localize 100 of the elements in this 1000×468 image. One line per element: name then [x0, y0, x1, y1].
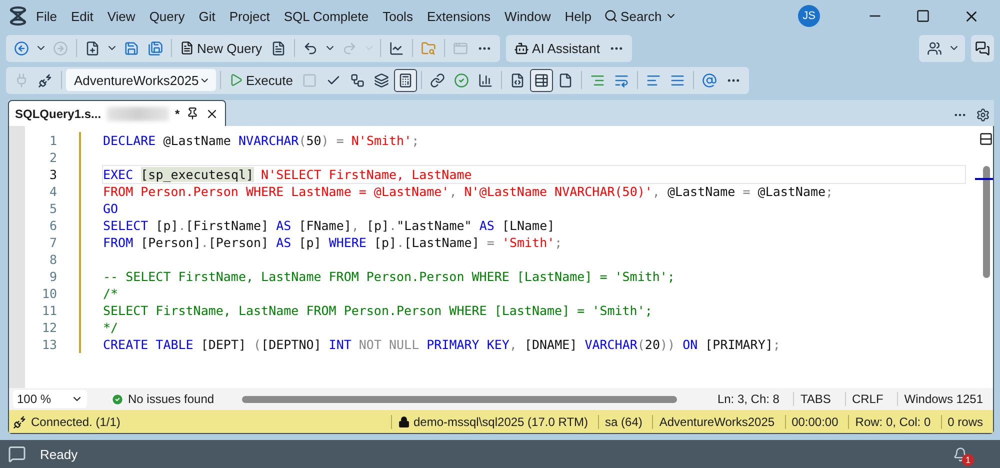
tab-title: SQLQuery1.s...: [15, 106, 102, 120]
outdent-icon[interactable]: [646, 72, 661, 88]
line-number: 11: [42, 302, 57, 319]
code-line: -- SELECT FirstName, LastName FROM Person.Person WHERE [LastName] = 'Smith';: [103, 268, 676, 285]
chart-icon[interactable]: [389, 40, 404, 56]
settings-icon[interactable]: [976, 108, 990, 122]
menu-item[interactable]: View: [101, 4, 142, 28]
status-field: 00:00:00: [792, 414, 838, 428]
at-icon[interactable]: [702, 72, 717, 88]
undo-icon[interactable]: [303, 40, 318, 56]
code-line: /*: [103, 285, 120, 302]
zoom-select[interactable]: 100 %: [13, 390, 87, 408]
maximize-icon[interactable]: [916, 9, 930, 23]
status-field: sa (64): [605, 414, 642, 428]
line-number: 2: [49, 149, 57, 166]
search-icon: [604, 9, 618, 23]
wrap-icon[interactable]: [614, 72, 629, 88]
bell-icon[interactable]: [953, 446, 968, 462]
save-all-icon[interactable]: [148, 40, 163, 56]
line-number: 6: [49, 217, 57, 234]
toggle-button[interactable]: [394, 68, 417, 92]
toolbar-button[interactable]: Execute: [225, 68, 297, 92]
line-number: 3: [49, 166, 57, 183]
bar-chart-icon[interactable]: [478, 72, 493, 88]
plug-icon: [13, 414, 27, 428]
code-line: DECLARE @LastName NVARCHAR(50) = N'Smith';: [103, 132, 420, 149]
indent-icon[interactable]: [670, 72, 685, 88]
document-icon[interactable]: [271, 40, 286, 56]
line-number: 10: [42, 285, 57, 302]
modified-marker: *: [175, 106, 180, 120]
scrollbar-thumb[interactable]: [242, 396, 678, 402]
database-select[interactable]: AdventureWorks2025: [66, 69, 216, 91]
document-icon[interactable]: [510, 72, 525, 88]
diagram-icon[interactable]: [350, 72, 365, 88]
status-field: CRLF: [844, 392, 890, 406]
menu-item[interactable]: Window: [498, 4, 557, 28]
layers-icon[interactable]: [374, 72, 389, 88]
toggle-button[interactable]: [530, 68, 553, 92]
search-button[interactable]: Search: [600, 4, 681, 28]
menu-item[interactable]: Project: [223, 4, 276, 28]
issues-status: No issues found: [128, 392, 214, 406]
menu-item[interactable]: Edit: [64, 4, 100, 28]
lock-icon: [398, 416, 410, 428]
check-circle-icon[interactable]: [454, 72, 469, 88]
code-line: EXEC [sp_executesql] N'SELECT FirstName, LastName: [103, 166, 965, 183]
editor-tab[interactable]: SQLQuery1.s... *: [8, 100, 226, 126]
status-field: Row: 0, Col: 0: [855, 414, 931, 428]
toolbar-button[interactable]: New Query: [176, 36, 266, 60]
code-line: FROM [Person].[Person] AS [p] WHERE [p].[LastName] = 'Smith';: [103, 234, 564, 251]
pin-icon[interactable]: [186, 107, 199, 120]
line-number: 13: [42, 336, 57, 353]
menu-item[interactable]: Tools: [376, 4, 419, 28]
menu-item[interactable]: Query: [143, 4, 191, 28]
indent-icon[interactable]: [590, 72, 605, 88]
status-field: Windows 1251: [897, 392, 989, 406]
line-number: 5: [49, 200, 57, 217]
document-icon: [180, 41, 194, 55]
users-icon[interactable]: [927, 40, 942, 56]
code-line: SELECT FirstName, LastName FROM Person.Person WHERE [LastName] = 'Smith';: [103, 302, 654, 319]
new-file-icon[interactable]: [85, 40, 100, 56]
line-number: 12: [42, 319, 57, 336]
line-number: 4: [49, 183, 57, 200]
code-line: CREATE TABLE [DEPT] ([DEPTNO] INT NOT NULL PRIMARY KEY, [DNAME] VARCHAR(20)) ON [PRIMARY];: [103, 336, 782, 353]
line-number: 9: [49, 268, 57, 285]
line-number: 1: [49, 132, 57, 149]
line-number: 7: [49, 234, 57, 251]
check-circle-icon: [111, 392, 124, 406]
back-icon[interactable]: [14, 40, 29, 56]
plug-icon[interactable]: [38, 72, 53, 88]
code-line: FROM Person.Person WHERE LastName = @LastName', N'@LastName NVARCHAR(50)', @LastName = @LastName;: [103, 183, 834, 200]
menu-item[interactable]: SQL Complete: [278, 4, 375, 28]
notification-badge: 1: [962, 454, 974, 466]
app-logo-icon: [8, 6, 28, 26]
chat-icon[interactable]: [975, 40, 990, 56]
menu-item[interactable]: File: [30, 4, 63, 28]
code-line: */: [103, 319, 120, 336]
robot-icon: [514, 40, 530, 56]
table-icon[interactable]: [534, 72, 549, 88]
menu-item[interactable]: Extensions: [420, 4, 497, 28]
menu-item[interactable]: Git: [192, 4, 222, 28]
document-icon[interactable]: [558, 72, 573, 88]
status-field: AdventureWorks2025: [659, 414, 775, 428]
ai-assistant-button[interactable]: AI Assistant: [510, 36, 604, 60]
link-icon[interactable]: [430, 72, 445, 88]
menu-item[interactable]: Help: [558, 4, 598, 28]
caret-marker: [975, 178, 993, 180]
status-field: Ln: 3, Ch: 8: [711, 392, 786, 406]
message-icon[interactable]: [8, 445, 26, 463]
status-field: TABS: [793, 392, 837, 406]
line-number: 8: [49, 251, 57, 268]
save-icon[interactable]: [124, 40, 139, 56]
code-line: SELECT [p].[FirstName] AS [FName], [p]."LastName" AS [LName]: [103, 217, 556, 234]
status-field: demo-mssql\sql2025 (17.0 RTM): [414, 414, 588, 428]
split-icon[interactable]: [979, 132, 993, 146]
code-line: GO: [103, 200, 120, 217]
status-field: 0 rows: [948, 414, 983, 428]
status-text: Ready: [40, 446, 78, 462]
user-avatar[interactable]: JS: [798, 5, 820, 27]
calculator-icon[interactable]: [398, 72, 413, 88]
scrollbar-thumb[interactable]: [982, 166, 990, 278]
